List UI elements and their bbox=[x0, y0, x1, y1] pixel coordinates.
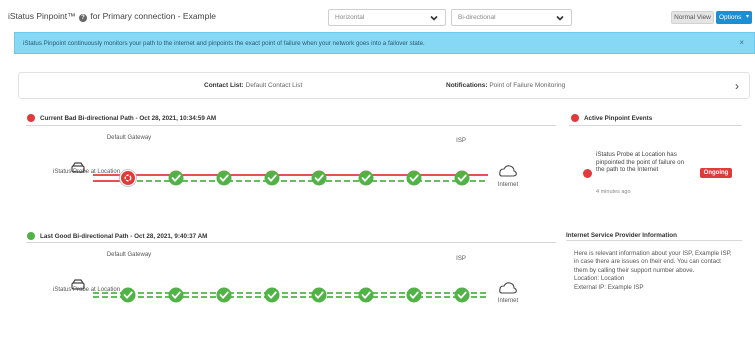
hop-failure-icon[interactable] bbox=[119, 169, 137, 187]
hop-ok-icon[interactable] bbox=[358, 287, 374, 303]
hop-ok-icon[interactable] bbox=[406, 170, 422, 186]
hop-ok-icon[interactable] bbox=[454, 170, 470, 186]
hop-ok-icon[interactable] bbox=[264, 170, 280, 186]
hop-ok-icon[interactable] bbox=[454, 287, 470, 303]
probe-device-icon bbox=[71, 162, 85, 173]
hop-ok-icon[interactable] bbox=[406, 287, 422, 303]
hop-ok-icon[interactable] bbox=[168, 287, 184, 303]
hop-ok-icon[interactable] bbox=[311, 287, 327, 303]
internet-cloud-icon bbox=[499, 282, 517, 294]
path-diagrams: Default Gateway ISP iStatus Probe at Loc… bbox=[0, 0, 755, 350]
hop-ok-icon[interactable] bbox=[168, 170, 184, 186]
hop-ok-icon[interactable] bbox=[264, 287, 280, 303]
internet-cloud-icon bbox=[499, 165, 517, 177]
hop-ok-icon[interactable] bbox=[216, 287, 232, 303]
hop-ok-icon[interactable] bbox=[358, 170, 374, 186]
hop-ok-icon[interactable] bbox=[216, 170, 232, 186]
probe-device-icon bbox=[71, 279, 85, 290]
hop-ok-icon[interactable] bbox=[311, 170, 327, 186]
hop-ok-icon[interactable] bbox=[120, 287, 136, 303]
path-diagram-svg bbox=[71, 162, 517, 303]
